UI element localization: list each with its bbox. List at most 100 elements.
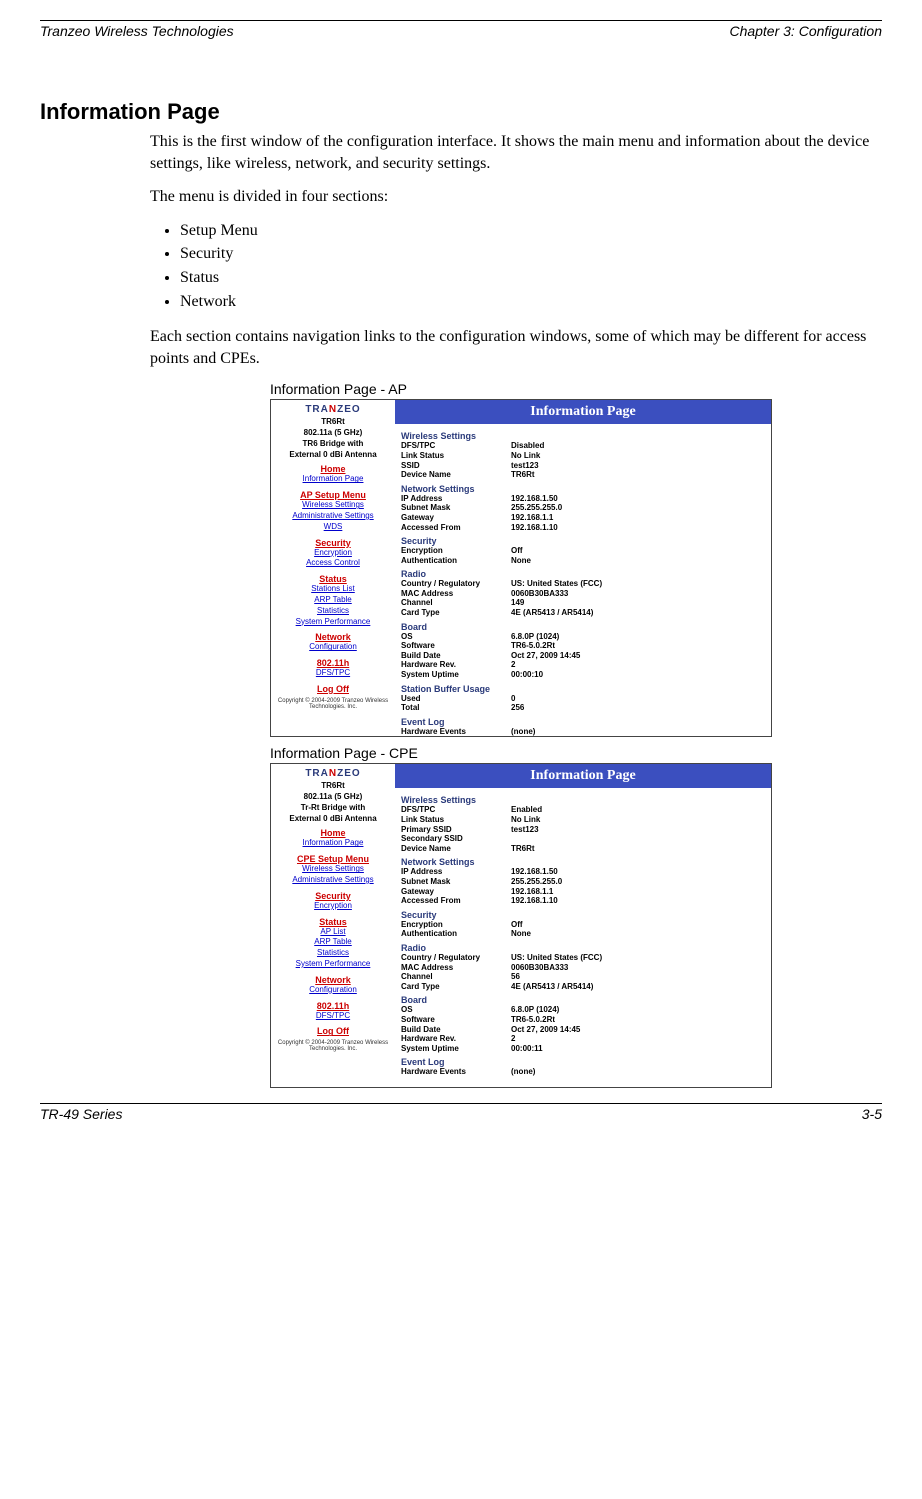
nav-link-wireless-settings[interactable]: Wireless Settings (273, 500, 393, 511)
value-accessed-from: 192.168.1.10 (511, 896, 765, 906)
value-country: US: United States (FCC) (511, 953, 765, 963)
nav-80211h: 802.11h (273, 658, 393, 668)
value-dfs-tpc: Enabled (511, 805, 765, 815)
label-dfs-tpc: DFS/TPC (401, 441, 511, 451)
nav-security: Security (273, 891, 393, 901)
section-security: Security (401, 536, 765, 546)
nav-link-statistics[interactable]: Statistics (273, 948, 393, 959)
list-item: Status (180, 267, 882, 289)
label-encryption: Encryption (401, 546, 511, 556)
label-link-status: Link Status (401, 815, 511, 825)
value-link-status: No Link (511, 815, 765, 825)
nav-link-wireless-settings[interactable]: Wireless Settings (273, 864, 393, 875)
label-build-date: Build Date (401, 651, 511, 661)
device-desc-1: TR6 Bridge with (273, 439, 393, 448)
section-title: Information Page (40, 99, 882, 125)
nav-link-dfs-tpc[interactable]: DFS/TPC (273, 1011, 393, 1022)
nav-link-dfs-tpc[interactable]: DFS/TPC (273, 668, 393, 679)
nav-link-wds[interactable]: WDS (273, 522, 393, 533)
nav-link-system-performance[interactable]: System Performance (273, 617, 393, 628)
label-accessed-from: Accessed From (401, 523, 511, 533)
section-network: Network Settings (401, 857, 765, 867)
value-uptime: 00:00:11 (511, 1044, 765, 1054)
label-total: Total (401, 703, 511, 713)
device-model: TR6Rt (273, 781, 393, 790)
header-right: Chapter 3: Configuration (729, 23, 882, 39)
nav-link-ap-list[interactable]: AP List (273, 927, 393, 938)
value-card-type: 4E (AR5413 / AR5414) (511, 982, 765, 992)
logo: TRANZEO (273, 404, 393, 415)
nav-log-off[interactable]: Log Off (273, 1026, 393, 1036)
section-board: Board (401, 622, 765, 632)
nav-log-off[interactable]: Log Off (273, 684, 393, 694)
nav-link-information-page[interactable]: Information Page (273, 474, 393, 485)
list-item: Security (180, 243, 882, 265)
value-accessed-from: 192.168.1.10 (511, 523, 765, 533)
label-gateway: Gateway (401, 887, 511, 897)
label-auth: Authentication (401, 556, 511, 566)
label-os: OS (401, 1005, 511, 1015)
value-mac: 0060B30BA333 (511, 589, 765, 599)
nav-link-system-performance[interactable]: System Performance (273, 959, 393, 970)
panel-title: Information Page (395, 400, 771, 424)
device-band: 802.11a (5 GHz) (273, 792, 393, 801)
screenshot-ap: TRANZEO TR6Rt 802.11a (5 GHz) TR6 Bridge… (270, 399, 772, 737)
nav-link-arp-table[interactable]: ARP Table (273, 595, 393, 606)
list-item: Network (180, 291, 882, 313)
value-auth: None (511, 556, 765, 566)
label-hw-events: Hardware Events (401, 1067, 511, 1077)
footer-right: 3-5 (862, 1106, 882, 1122)
label-channel: Channel (401, 972, 511, 982)
nav-home: Home (273, 828, 393, 838)
label-os: OS (401, 632, 511, 642)
nav-link-access-control[interactable]: Access Control (273, 558, 393, 569)
nav-status: Status (273, 917, 393, 927)
header-left: Tranzeo Wireless Technologies (40, 23, 234, 39)
page-footer: TR-49 Series 3-5 (40, 1103, 882, 1122)
value-software: TR6-5.0.2Rt (511, 641, 765, 651)
value-card-type: 4E (AR5413 / AR5414) (511, 608, 765, 618)
label-country: Country / Regulatory (401, 953, 511, 963)
nav-link-information-page[interactable]: Information Page (273, 838, 393, 849)
nav-link-arp-table[interactable]: ARP Table (273, 937, 393, 948)
nav-setup-menu: CPE Setup Menu (273, 854, 393, 864)
nav-link-configuration[interactable]: Configuration (273, 642, 393, 653)
value-used: 0 (511, 694, 765, 704)
copyright: Copyright © 2004-2009 Tranzeo Wireless T… (273, 1040, 393, 1052)
nav-network: Network (273, 632, 393, 642)
page-header: Tranzeo Wireless Technologies Chapter 3:… (40, 20, 882, 39)
label-card-type: Card Type (401, 982, 511, 992)
label-device-name: Device Name (401, 844, 511, 854)
section-radio: Radio (401, 943, 765, 953)
nav-link-encryption[interactable]: Encryption (273, 901, 393, 912)
panel-title: Information Page (395, 764, 771, 788)
nav-link-admin-settings[interactable]: Administrative Settings (273, 511, 393, 522)
section-event-log: Event Log (401, 717, 765, 727)
section-board: Board (401, 995, 765, 1005)
nav-link-admin-settings[interactable]: Administrative Settings (273, 875, 393, 886)
nav-setup-menu: AP Setup Menu (273, 490, 393, 500)
label-primary-ssid: Primary SSID (401, 825, 511, 835)
value-device-name: TR6Rt (511, 844, 765, 854)
value-hw-rev: 2 (511, 660, 765, 670)
label-hw-events: Hardware Events (401, 727, 511, 737)
label-software: Software (401, 1015, 511, 1025)
nav-security: Security (273, 538, 393, 548)
nav-link-statistics[interactable]: Statistics (273, 606, 393, 617)
value-os: 6.8.0P (1024) (511, 632, 765, 642)
section-wireless: Wireless Settings (401, 431, 765, 441)
intro-paragraph-3: Each section contains navigation links t… (150, 326, 882, 369)
section-radio: Radio (401, 569, 765, 579)
value-device-name: TR6Rt (511, 470, 765, 480)
nav-link-configuration[interactable]: Configuration (273, 985, 393, 996)
value-ip: 192.168.1.50 (511, 867, 765, 877)
label-channel: Channel (401, 598, 511, 608)
label-used: Used (401, 694, 511, 704)
nav-link-encryption[interactable]: Encryption (273, 548, 393, 559)
nav-link-stations-list[interactable]: Stations List (273, 584, 393, 595)
value-hw-events: (none) (511, 727, 765, 737)
value-channel: 149 (511, 598, 765, 608)
nav-home: Home (273, 464, 393, 474)
label-subnet: Subnet Mask (401, 877, 511, 887)
value-encryption: Off (511, 546, 765, 556)
